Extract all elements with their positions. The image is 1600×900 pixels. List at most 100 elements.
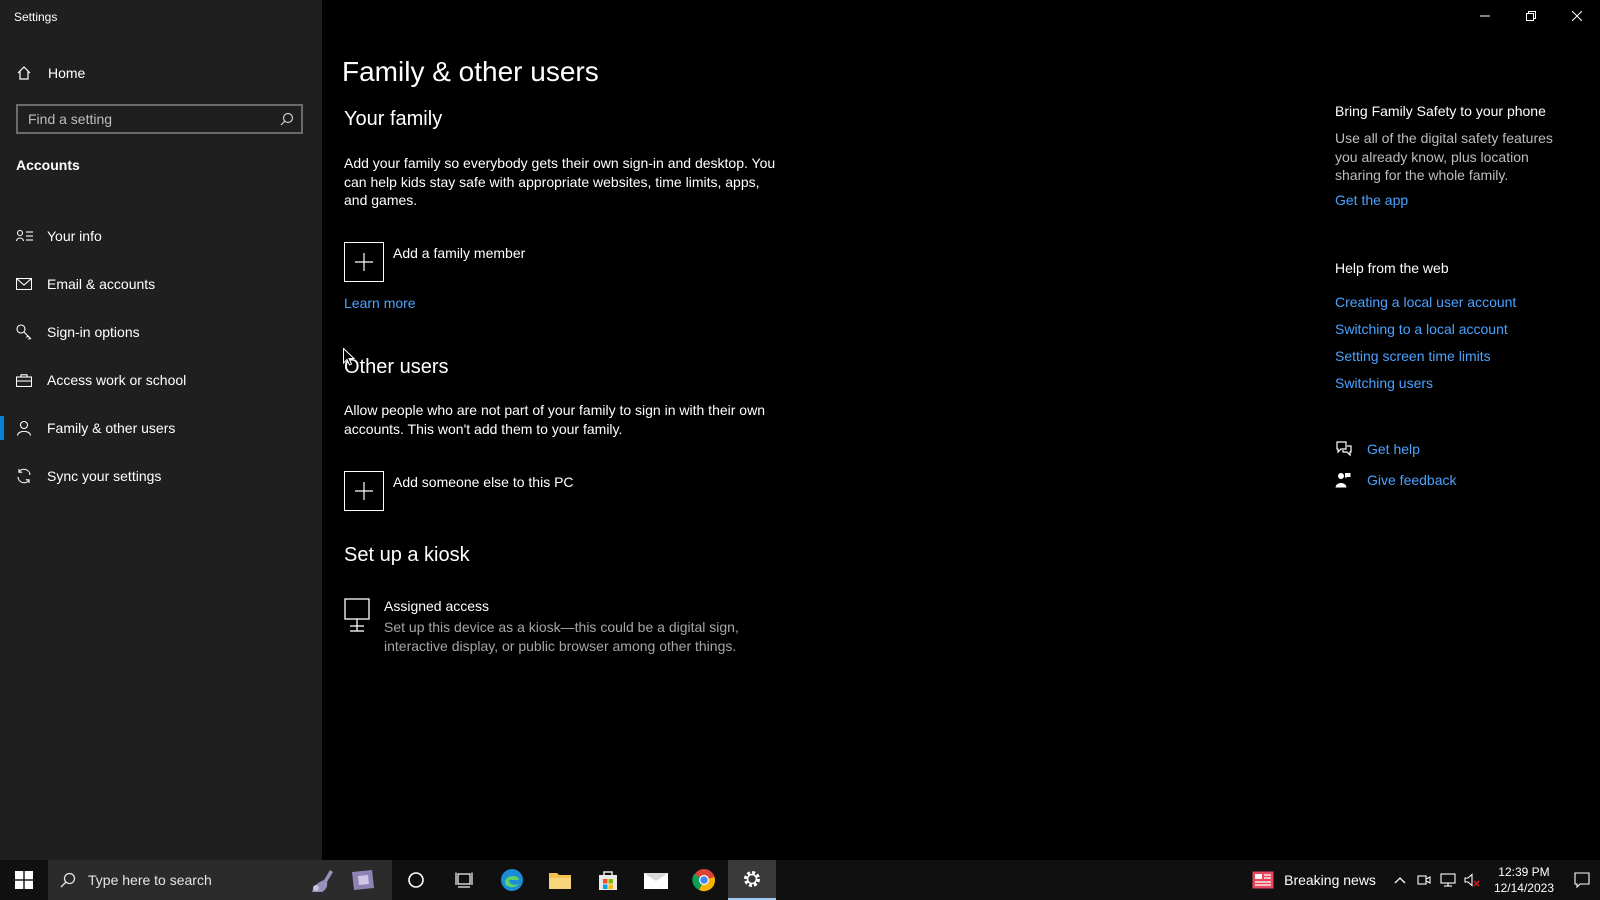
sidebar-item-email-accounts[interactable]: Email & accounts [0,260,322,308]
person-card-icon [0,229,47,243]
microsoft-store-button[interactable] [584,860,632,900]
minimize-button[interactable] [1462,0,1508,32]
other-users-description: Allow people who are not part of your fa… [344,402,765,437]
volume-button[interactable] [1460,860,1484,900]
settings-search-input[interactable] [18,111,273,127]
system-tray: Breaking news 12:39 PM 12/14/2023 [1252,860,1600,900]
home-label: Home [48,65,86,81]
chevron-up-icon [1394,877,1406,884]
settings-search-box[interactable] [16,104,303,134]
add-family-member-button[interactable]: Add a family member [344,242,525,282]
sidebar-item-family-other-users[interactable]: Family & other users [0,404,322,452]
folder-icon [549,873,571,889]
give-feedback-button[interactable]: Give feedback [1335,472,1457,488]
sidebar-item-label: Email & accounts [47,276,156,292]
assigned-access-button[interactable]: Assigned access Set up this device as a … [344,598,754,655]
person-icon [0,420,47,436]
task-view-button[interactable] [440,860,488,900]
family-safety-text: Use all of the digital safety features y… [1335,130,1553,183]
sidebar: Settings Home Accounts Your info Email &… [0,0,322,860]
edge-browser-button[interactable] [488,860,536,900]
home-button[interactable]: Home [16,62,306,84]
network-icon [1440,873,1456,887]
network-button[interactable] [1436,860,1460,900]
home-icon [16,65,48,81]
clock-date: 12/14/2023 [1493,881,1554,895]
help-link[interactable]: Creating a local user account [1335,294,1516,310]
help-link[interactable]: Switching users [1335,375,1433,391]
sidebar-item-label: Family & other users [47,420,176,436]
kiosk-heading: Set up a kiosk [344,544,470,566]
sidebar-item-label: Sign-in options [47,324,140,340]
help-link[interactable]: Setting screen time limits [1335,348,1491,364]
assigned-access-description: Set up this device as a kiosk—this could… [384,619,739,654]
search-icon[interactable] [273,112,301,126]
get-the-app-link[interactable]: Get the app [1335,192,1408,208]
page-title: Family & other users [342,56,599,87]
taskbar: Type here to search Breaking news 12:39 … [0,860,1600,900]
other-users-heading: Other users [344,356,449,378]
envelope-icon [0,278,47,290]
add-family-member-label: Add a family member [393,245,526,261]
show-hidden-icons-button[interactable] [1388,860,1412,900]
help-from-web-heading: Help from the web [1335,260,1449,276]
start-button[interactable] [0,860,48,900]
app-title: Settings [14,10,58,24]
cortana-circle-icon [408,872,424,888]
section-label-accounts: Accounts [16,157,80,173]
get-help-button[interactable]: Get help [1335,441,1420,457]
action-center-button[interactable] [1564,860,1600,900]
volume-muted-icon [1464,873,1480,887]
get-help-label: Get help [1367,441,1420,457]
camera-icon [1417,875,1431,885]
close-icon [1572,11,1582,21]
key-icon [0,324,47,340]
close-button[interactable] [1554,0,1600,32]
cortana-button[interactable] [392,860,440,900]
plus-icon [344,242,384,282]
restore-icon [1526,11,1536,21]
chrome-button[interactable] [680,860,728,900]
news-widget-button[interactable]: Breaking news [1252,871,1376,889]
sidebar-item-sync-settings[interactable]: Sync your settings [0,452,322,500]
give-feedback-label: Give feedback [1367,472,1457,488]
family-safety-heading: Bring Family Safety to your phone [1335,103,1546,119]
sidebar-item-sign-in-options[interactable]: Sign-in options [0,308,322,356]
newspaper-icon [1252,871,1274,889]
window-controls [1462,0,1600,32]
feedback-icon [1335,472,1367,488]
add-someone-else-button[interactable]: Add someone else to this PC [344,471,574,511]
mail-button[interactable] [632,860,680,900]
add-someone-else-label: Add someone else to this PC [393,474,574,490]
restore-button[interactable] [1508,0,1554,32]
your-family-description: Add your family so everybody gets their … [344,155,776,208]
sidebar-item-label: Sync your settings [47,468,162,484]
notification-icon [1574,872,1590,888]
clock-time: 12:39 PM [1498,865,1550,879]
sidebar-item-your-info[interactable]: Your info [0,212,322,260]
edge-browser-icon [501,869,523,891]
mail-envelope-icon [644,873,668,889]
sidebar-item-label: Your info [47,228,102,244]
store-bag-icon [599,871,617,890]
search-icon [60,872,76,888]
taskbar-search-placeholder: Type here to search [88,872,212,888]
mouse-cursor-icon [343,347,356,371]
clock[interactable]: 12:39 PM 12/14/2023 [1494,864,1554,896]
sidebar-item-access-work-school[interactable]: Access work or school [0,356,322,404]
chrome-icon [692,869,715,892]
windows-logo-icon [15,871,33,889]
meet-now-button[interactable] [1412,860,1436,900]
kiosk-icon [344,598,370,655]
assigned-access-title: Assigned access [384,598,490,614]
sidebar-item-label: Access work or school [47,372,187,388]
taskbar-search-box[interactable]: Type here to search [48,860,392,900]
settings-app-button[interactable] [728,860,776,900]
help-link[interactable]: Switching to a local account [1335,321,1508,337]
search-highlight-icon [308,866,378,894]
file-explorer-button[interactable] [536,860,584,900]
gear-icon [744,871,760,887]
learn-more-link[interactable]: Learn more [344,295,416,311]
sidebar-nav: Your info Email & accounts Sign-in optio… [0,212,322,500]
chat-help-icon [1335,441,1367,457]
